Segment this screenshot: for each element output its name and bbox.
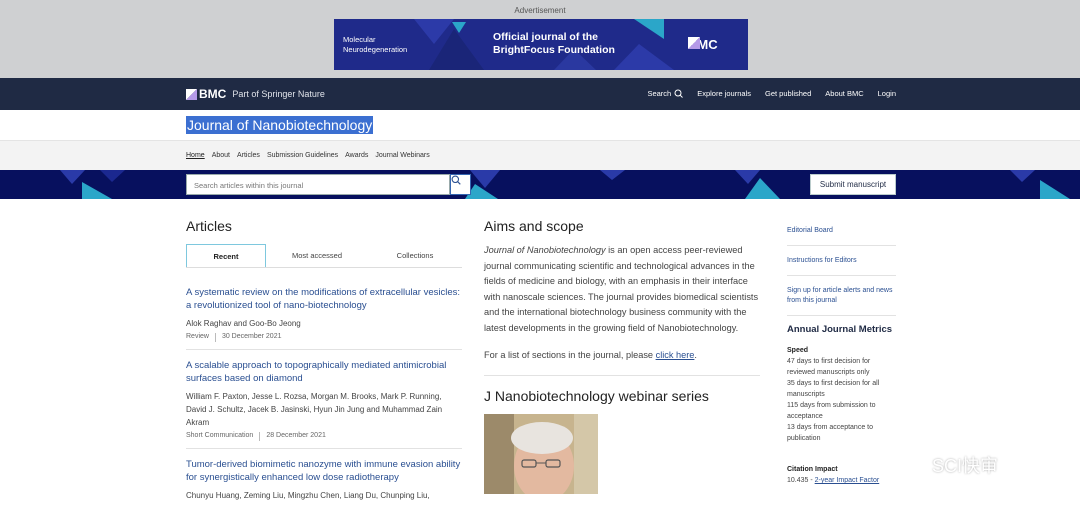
- article-authors: William F. Paxton, Jesse L. Rozsa, Morga…: [186, 392, 443, 427]
- webinar-heading: J Nanobiotechnology webinar series: [484, 388, 709, 404]
- subnav-articles[interactable]: Articles: [237, 152, 260, 159]
- article-item: A scalable approach to topographically m…: [186, 359, 462, 449]
- articles-heading: Articles: [186, 218, 232, 234]
- ad-banner[interactable]: Molecular Neurodegeneration Official jou…: [334, 19, 748, 70]
- search-icon: [674, 89, 684, 98]
- wechat-icon: [905, 456, 927, 473]
- article-meta: Short Communication 28 December 2021: [186, 432, 462, 441]
- subnav-submission-guidelines[interactable]: Submission Guidelines: [267, 152, 338, 159]
- aims-journal-name: Journal of Nanobiotechnology: [484, 245, 606, 255]
- journal-search-input[interactable]: Search articles within this journal: [186, 174, 450, 195]
- brand-tagline: Part of Springer Nature: [232, 89, 325, 99]
- subnav-awards[interactable]: Awards: [345, 152, 368, 159]
- article-title-link[interactable]: A scalable approach to topographically m…: [186, 359, 462, 385]
- watermark: SCI快审: [905, 452, 998, 478]
- article-item: Tumor-derived biomimetic nanozyme with i…: [186, 458, 462, 511]
- article-tabs: Recent Most accessed Collections: [186, 244, 462, 268]
- article-date: 30 December 2021: [221, 333, 282, 340]
- nav-get-published[interactable]: Get published: [765, 89, 811, 98]
- article-item: A systematic review on the modifications…: [186, 286, 462, 350]
- article-alerts-link[interactable]: Sign up for article alerts and news from…: [787, 282, 896, 316]
- ad-mid-line-1: Official journal of the: [493, 31, 599, 43]
- brand-text: BMC: [199, 87, 227, 101]
- instructions-for-editors-link[interactable]: Instructions for Editors: [787, 252, 896, 276]
- aims-text: Journal of Nanobiotechnology is an open …: [484, 243, 760, 336]
- citation-label: Citation Impact: [787, 466, 838, 473]
- journal-title[interactable]: Journal of Nanobiotechnology: [186, 116, 374, 134]
- sections-paragraph: For a list of sections in the journal, p…: [484, 348, 760, 376]
- search-icon: [451, 175, 461, 185]
- aims-body: is an open access peer-reviewed journal …: [484, 245, 759, 333]
- citation-line: 10.435 - 2-year Impact Factor: [787, 475, 896, 486]
- metrics-heading: Annual Journal Metrics: [787, 324, 893, 335]
- aims-heading: Aims and scope: [484, 218, 584, 234]
- nav-explore-journals[interactable]: Explore journals: [697, 89, 751, 98]
- search-button[interactable]: [450, 174, 471, 195]
- journal-title-bar: Journal of Nanobiotechnology: [0, 110, 1080, 141]
- articles-section: Articles Recent Most accessed Collection…: [186, 218, 462, 511]
- speed-label: Speed: [787, 347, 809, 354]
- ad-headline: Official journal of the BrightFocus Foun…: [493, 31, 615, 57]
- article-meta: Review 30 December 2021: [186, 333, 462, 342]
- sections-text: For a list of sections in the journal, p…: [484, 350, 656, 360]
- ad-bmc-logo: BMC: [688, 37, 718, 52]
- tab-most-accessed[interactable]: Most accessed: [266, 244, 368, 267]
- speed-line: 47 days to first decision for reviewed m…: [787, 358, 871, 376]
- speed-line: 115 days from submission to acceptance: [787, 402, 876, 420]
- ad-mid-line-2: BrightFocus Foundation: [493, 44, 615, 56]
- journal-sub-navigation: Home About Articles Submission Guideline…: [0, 141, 1080, 170]
- subnav-home[interactable]: Home: [186, 152, 205, 159]
- impact-factor-link[interactable]: 2-year Impact Factor: [815, 477, 880, 484]
- submit-manuscript-button[interactable]: Submit manuscript: [810, 174, 896, 195]
- top-nav-links: Search Explore journals Get published Ab…: [647, 89, 896, 98]
- bmc-mark-icon: [186, 88, 197, 100]
- tab-collections[interactable]: Collections: [368, 244, 462, 267]
- article-type: Short Communication: [186, 432, 254, 439]
- speaker-photo-image: [484, 414, 598, 494]
- article-authors: Chunyu Huang, Zeming Liu, Mingzhu Chen, …: [186, 491, 430, 500]
- sections-link[interactable]: click here: [656, 350, 695, 360]
- citation-value: 10.435 -: [787, 477, 815, 484]
- search-band: Search articles within this journal Subm…: [0, 170, 1080, 199]
- nav-login[interactable]: Login: [878, 89, 896, 98]
- ad-left-line-2: Neurodegeneration: [343, 45, 408, 54]
- brand[interactable]: BMC Part of Springer Nature: [186, 87, 325, 101]
- top-navigation: BMC Part of Springer Nature Search Explo…: [0, 78, 1080, 110]
- article-title-link[interactable]: A systematic review on the modifications…: [186, 286, 462, 312]
- ad-label: Advertisement: [514, 6, 566, 15]
- tab-recent[interactable]: Recent: [186, 244, 266, 267]
- bmc-logo: BMC: [186, 87, 226, 101]
- ad-left-line-1: Molecular: [343, 35, 376, 44]
- nav-about-bmc[interactable]: About BMC: [825, 89, 863, 98]
- bmc-mark-icon: [688, 37, 700, 49]
- editorial-board-link[interactable]: Editorial Board: [787, 222, 896, 246]
- sections-end: .: [694, 350, 697, 360]
- speed-line: 35 days to first decision for all manusc…: [787, 380, 880, 398]
- nav-search[interactable]: Search: [647, 89, 684, 98]
- aims-and-scope-section: Aims and scope Journal of Nanobiotechnol…: [484, 218, 760, 494]
- article-title-link[interactable]: Tumor-derived biomimetic nanozyme with i…: [186, 458, 462, 484]
- band-pattern: [60, 170, 1070, 199]
- webinar-speaker-photo[interactable]: [484, 414, 598, 494]
- article-date: 28 December 2021: [266, 432, 326, 439]
- meta-divider: [259, 432, 261, 441]
- article-authors: Alok Raghav and Goo-Bo Jeong: [186, 319, 301, 328]
- ad-journal-name: Molecular Neurodegeneration: [343, 35, 407, 55]
- speed-line: 13 days from acceptance to publication: [787, 424, 873, 442]
- watermark-text: SCI快审: [932, 456, 999, 476]
- article-type: Review: [186, 333, 209, 340]
- citation-impact: Citation Impact 10.435 - 2-year Impact F…: [787, 466, 896, 486]
- nav-search-label: Search: [647, 89, 672, 98]
- right-sidebar: Editorial Board Instructions for Editors…: [787, 222, 896, 486]
- advertisement-area: Advertisement Molecular Neurodegeneratio…: [0, 0, 1080, 78]
- subnav-journal-webinars[interactable]: Journal Webinars: [375, 152, 429, 159]
- subnav-about[interactable]: About: [212, 152, 230, 159]
- meta-divider: [214, 333, 216, 342]
